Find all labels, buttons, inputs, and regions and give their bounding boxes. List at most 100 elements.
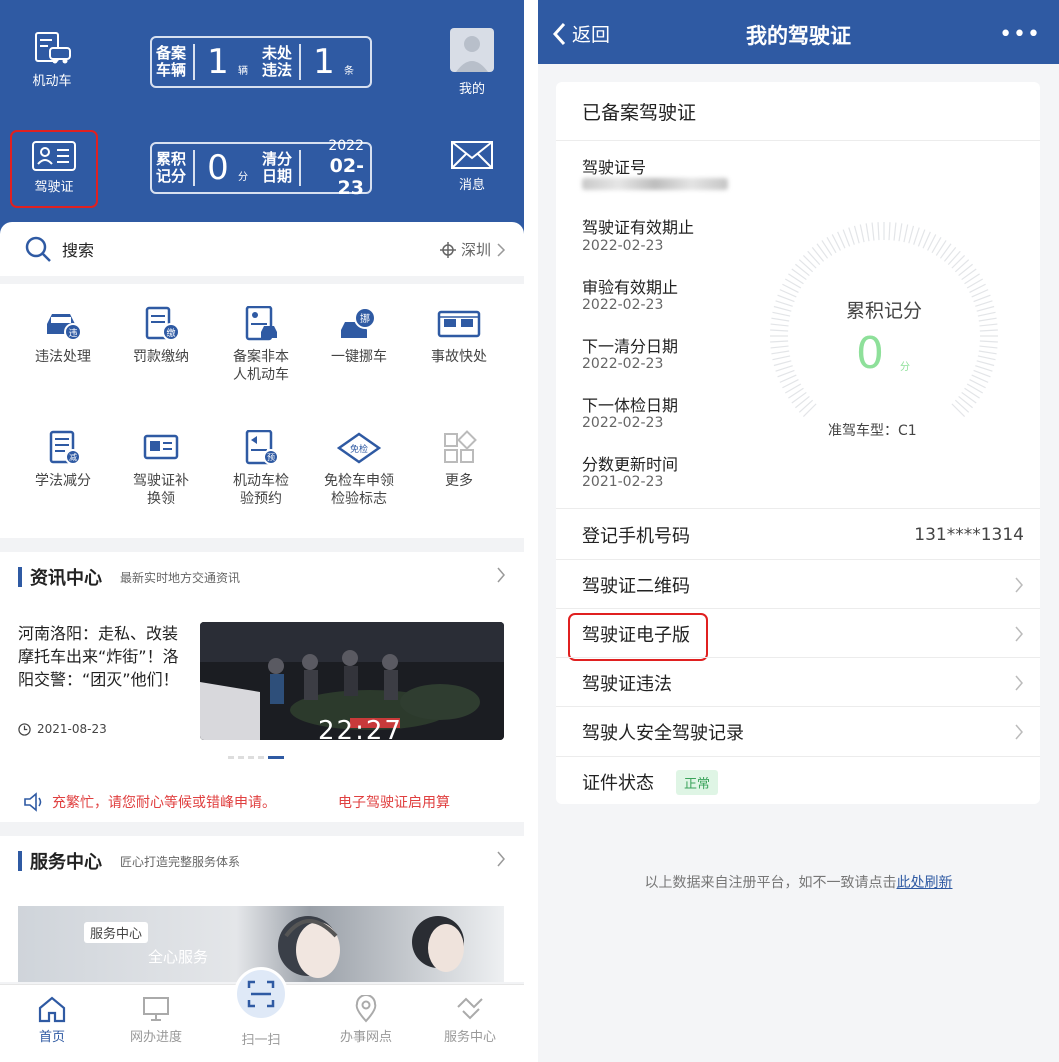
- service-license-replace[interactable]: 驾驶证补 换领: [112, 430, 210, 508]
- envelope-icon: [451, 141, 493, 169]
- search-bar[interactable]: 搜索 深圳: [0, 222, 524, 276]
- license-card-icon: [32, 141, 76, 171]
- search-icon: [25, 236, 51, 262]
- service-violation[interactable]: 违 违法处理: [14, 306, 112, 366]
- gauge-tick: [775, 365, 793, 372]
- gauge-tick: [770, 323, 789, 327]
- gauge-tick: [913, 227, 920, 245]
- highlight-box: [568, 613, 708, 661]
- review-expiry-value: 2022-02-23: [582, 297, 664, 313]
- service-register-vehicle[interactable]: 备案非本 人机动车: [212, 306, 310, 384]
- gauge-tick: [771, 350, 790, 355]
- tab-label: 首页: [38, 1030, 65, 1045]
- tab-progress[interactable]: 网办进度: [116, 995, 196, 1045]
- row-qrcode[interactable]: 驾驶证二维码: [556, 560, 1040, 610]
- news-image[interactable]: 22:27: [200, 622, 504, 740]
- tab-label: 办事网点: [339, 1030, 392, 1045]
- notice-text-1: 充繁忙，请您耐心等候或错峰申请。: [52, 795, 276, 811]
- tab-service-center[interactable]: 服务中心: [430, 995, 510, 1045]
- service-accident[interactable]: 事故快处: [410, 306, 508, 366]
- more-grid-icon: [444, 430, 477, 463]
- tab-service-points[interactable]: 办事网点: [326, 995, 406, 1045]
- car-violation-icon: 违: [47, 314, 82, 341]
- gauge-tick: [975, 365, 993, 372]
- gauge-tick: [777, 369, 795, 378]
- svg-text:挪: 挪: [360, 312, 370, 325]
- service-section-header[interactable]: 服务中心 匠心打造完整服务体系: [0, 836, 524, 886]
- gauge-tick: [871, 222, 875, 241]
- service-exempt-badge[interactable]: 免检 免检车申领 检验标志: [310, 430, 408, 508]
- service-label: 违法处理: [35, 349, 91, 365]
- service-move-car[interactable]: 挪 一键挪车: [310, 306, 408, 366]
- gauge-tick: [773, 360, 792, 367]
- gauge-tick: [893, 222, 897, 241]
- gauge-tick: [865, 223, 870, 242]
- vehicle-class: 准驾车型：C1: [828, 423, 917, 439]
- city-selector[interactable]: 深圳: [439, 239, 506, 260]
- gauge-tick: [973, 369, 991, 378]
- score-summary-panel[interactable]: 累积 记分 0 分 清分 日期 2022 02-23: [150, 138, 372, 198]
- row-license-violations[interactable]: 驾驶证违法: [556, 658, 1040, 708]
- speaker-icon: [24, 792, 42, 812]
- gauge-tick: [954, 399, 970, 413]
- service-banner-tag: 服务中心: [84, 922, 149, 943]
- mine-label: 我的: [458, 82, 485, 97]
- service-label: 一键挪车: [331, 349, 387, 365]
- service-label: 罚款缴纳: [133, 349, 189, 365]
- license-number-redacted: [582, 178, 728, 190]
- tab-scan[interactable]: 扫一扫: [221, 1029, 301, 1048]
- handshake-icon: [457, 997, 483, 1020]
- register-vehicle-icon: [245, 306, 277, 341]
- service-label: 学法减分: [35, 473, 91, 489]
- gauge-tick: [772, 355, 791, 361]
- vehicle-label: 机动车: [32, 74, 72, 89]
- page-title: 我的驾驶证: [746, 24, 851, 48]
- user-silhouette-icon: [456, 36, 488, 72]
- clear-date-year: 2022: [328, 138, 364, 154]
- chevron-right-icon: [1015, 675, 1023, 691]
- more-menu-button[interactable]: •••: [999, 22, 1041, 47]
- row-license-status: 证件状态 正常: [556, 757, 1040, 807]
- pending-violations-label: 未处 违法: [262, 44, 293, 79]
- gauge-tick: [770, 329, 789, 332]
- gauge-tick: [947, 250, 961, 266]
- news-section-header[interactable]: 资讯中心 最新实时地方交通资讯: [0, 552, 524, 602]
- score-update-value: 2021-02-23: [582, 474, 664, 490]
- service-section-subtitle: 匠心打造完整服务体系: [120, 854, 241, 869]
- registered-vehicles-unit: 辆: [238, 65, 248, 77]
- news-section-title: 资讯中心: [30, 568, 102, 589]
- service-inspection-booking[interactable]: 预 机动车检 验预约: [212, 430, 310, 508]
- row-electronic-license[interactable]: 驾驶证电子版: [556, 609, 1040, 661]
- row-label: 驾驶证二维码: [582, 576, 690, 597]
- vehicle-button[interactable]: 机动车: [10, 30, 94, 89]
- tab-label: 扫一扫: [241, 1033, 281, 1048]
- message-button[interactable]: 消息: [430, 140, 514, 193]
- service-label: 免检车申领 检验标志: [324, 473, 394, 507]
- service-more[interactable]: 更多: [410, 430, 508, 490]
- vehicle-summary-panel[interactable]: 备案 车辆 1 辆 未处 违法 1 条: [150, 36, 372, 88]
- service-study[interactable]: 减 学法减分: [14, 430, 112, 490]
- city-label: 深圳: [460, 241, 491, 259]
- row-phone[interactable]: 登记手机号码 131****1314: [556, 510, 1040, 560]
- refresh-link[interactable]: 此处刷新: [897, 875, 953, 891]
- notice-marquee[interactable]: 充繁忙，请您耐心等候或错峰申请。 电子驾驶证启用算: [0, 782, 524, 822]
- gauge-title: 累积记分: [845, 300, 922, 322]
- tab-home[interactable]: 首页: [12, 995, 92, 1045]
- license-detail-screen: 返回 我的驾驶证 ••• 已备案驾驶证 驾驶证号 驾驶证有效期止 2022-02…: [538, 0, 1059, 1062]
- scan-button[interactable]: [234, 967, 288, 1021]
- gauge-tick: [853, 225, 860, 244]
- gauge-tick: [807, 250, 821, 266]
- license-button[interactable]: 驾驶证: [10, 130, 98, 208]
- license-number-label: 驾驶证号: [582, 158, 647, 177]
- news-card[interactable]: 河南洛阳：走私、改装摩托车出来“炸街”！洛阳交警：“团灭”他们！ 2021-08…: [0, 598, 524, 782]
- news-date-text: 2021-08-23: [37, 722, 107, 736]
- row-safe-driving-record[interactable]: 驾驶人安全驾驶记录: [556, 707, 1040, 757]
- news-headline: 河南洛阳：走私、改装摩托车出来“炸街”！洛阳交警：“团灭”他们！: [18, 624, 179, 689]
- chevron-right-icon: [497, 851, 505, 867]
- bottom-tab-bar: 首页 网办进度 扫一扫 办事网点 服务中心: [0, 967, 524, 1062]
- service-section-title: 服务中心: [30, 852, 102, 873]
- mine-button[interactable]: 我的: [430, 28, 514, 97]
- svg-text:缴: 缴: [166, 327, 175, 339]
- gauge-tick: [979, 345, 998, 349]
- service-fine[interactable]: 缴 罚款缴纳: [112, 306, 210, 366]
